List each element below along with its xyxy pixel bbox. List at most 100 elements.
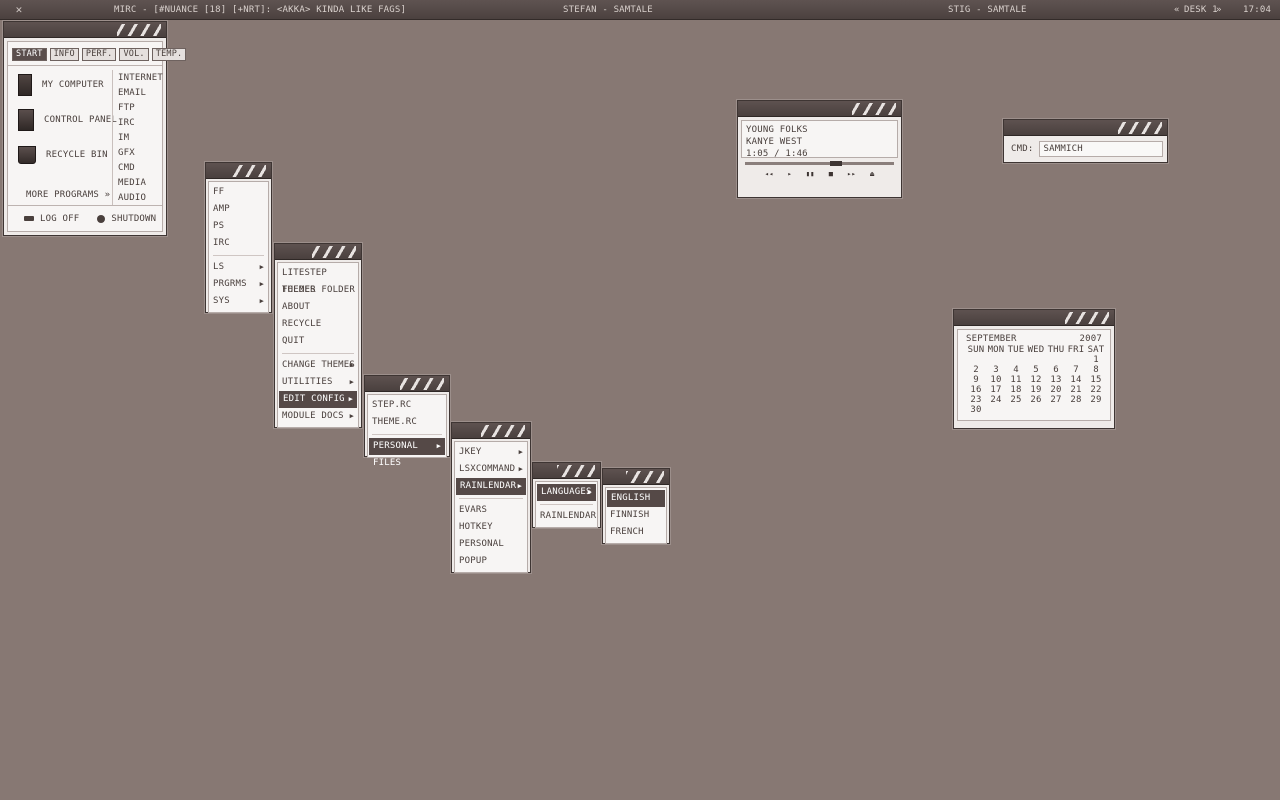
menu-item-themes-folder[interactable]: THEMES FOLDER	[278, 282, 358, 299]
calendar-day[interactable]: 10	[986, 375, 1006, 385]
calendar-day[interactable]: 8	[1086, 365, 1106, 375]
start-menu-titlebar[interactable]	[4, 22, 166, 38]
calendar-day[interactable]: 29	[1086, 395, 1106, 405]
menu-item-french[interactable]: FRENCH	[606, 524, 666, 541]
seek-bar[interactable]	[745, 161, 894, 166]
logoff-button[interactable]: LOG OFF	[24, 214, 79, 224]
pause-icon[interactable]: ▮▮	[806, 170, 815, 178]
net-item-irc[interactable]: IRC	[118, 117, 163, 132]
net-item-im[interactable]: IM	[118, 132, 163, 147]
menu-item-edit-config[interactable]: EDIT CONFIG ▶	[279, 391, 357, 408]
calendar-day[interactable]: 4	[1006, 365, 1026, 375]
calendar-day[interactable]: 12	[1026, 375, 1046, 385]
calendar-day[interactable]: 23	[966, 395, 986, 405]
menu-titlebar[interactable]	[365, 376, 449, 392]
menu-item-step-rc[interactable]: STEP.RC	[368, 397, 446, 414]
calendar-day[interactable]: 13	[1046, 375, 1066, 385]
menu-item-lsxcommand[interactable]: LSXCOMMAND ▶	[455, 461, 527, 478]
menu-item-sys[interactable]: SYS ▶	[209, 293, 268, 310]
calendar-day[interactable]: 30	[966, 405, 986, 415]
menu-item-evars[interactable]: EVARS	[455, 502, 527, 519]
calendar-day[interactable]: 3	[986, 365, 1006, 375]
calendar-day[interactable]: 2	[966, 365, 986, 375]
net-item-email[interactable]: EMAIL	[118, 87, 163, 102]
menu-item-theme-rc[interactable]: THEME.RC	[368, 414, 446, 431]
calendar-day[interactable]: 1	[1086, 355, 1106, 365]
net-item-cmd[interactable]: CMD	[118, 162, 163, 177]
calendar-day[interactable]: 7	[1066, 365, 1086, 375]
eject-icon[interactable]: ⏏	[870, 170, 874, 178]
net-item-media[interactable]: MEDIA	[118, 177, 163, 192]
recycle-bin-item[interactable]: RECYCLE BIN	[18, 146, 108, 164]
previous-icon[interactable]: ◂◂	[765, 170, 774, 178]
cmd-titlebar[interactable]	[1004, 120, 1167, 136]
menu-item-hotkey[interactable]: HOTKEY	[455, 519, 527, 536]
cmd-input[interactable]: SAMMICH	[1039, 141, 1163, 157]
menu-item-quit[interactable]: QUIT	[278, 333, 358, 350]
menu-titlebar[interactable]	[603, 469, 669, 485]
my-computer-item[interactable]: MY COMPUTER	[18, 74, 104, 96]
calendar-day[interactable]: 24	[986, 395, 1006, 405]
calendar-day[interactable]: 6	[1046, 365, 1066, 375]
x-logo-icon[interactable]: ✕	[13, 4, 25, 16]
player-titlebar[interactable]	[738, 101, 901, 117]
calendar-day[interactable]: 19	[1026, 385, 1046, 395]
menu-titlebar[interactable]	[452, 423, 530, 439]
calendar-titlebar[interactable]	[954, 310, 1114, 326]
menu-item-module-docs[interactable]: MODULE DOCS ▶	[278, 408, 358, 425]
menu-item-rainlendar-app[interactable]: RAINLENDAR	[536, 508, 597, 525]
menu-item-english[interactable]: ENGLISH	[607, 490, 665, 507]
calendar-day[interactable]: 9	[966, 375, 986, 385]
menu-item-personal-files[interactable]: PERSONAL FILES ▶	[369, 438, 445, 468]
menu-item-litestep-folder[interactable]: LITESTEP FOLDER	[278, 265, 358, 295]
menu-item-finnish[interactable]: FINNISH	[606, 507, 666, 524]
calendar-day[interactable]: 15	[1086, 375, 1106, 385]
next-icon[interactable]: ▸▸	[847, 170, 856, 178]
seek-handle[interactable]	[829, 161, 842, 166]
calendar-day[interactable]: 5	[1026, 365, 1046, 375]
desk-next-button[interactable]: »	[1216, 5, 1222, 15]
menu-item-about[interactable]: ABOUT	[278, 299, 358, 316]
menu-item-irc[interactable]: IRC	[209, 235, 268, 252]
calendar-day[interactable]: 27	[1046, 395, 1066, 405]
calendar-day[interactable]: 18	[1006, 385, 1026, 395]
menu-item-recycle[interactable]: RECYCLE	[278, 316, 358, 333]
menu-titlebar[interactable]	[206, 163, 271, 179]
calendar-day[interactable]: 26	[1026, 395, 1046, 405]
calendar-day[interactable]: 17	[986, 385, 1006, 395]
menu-item-utilities[interactable]: UTILITIES ▶	[278, 374, 358, 391]
menu-item-change-themes[interactable]: CHANGE THEMES ▶	[278, 357, 358, 374]
tab-temp[interactable]: TEMP.	[151, 48, 187, 61]
calendar-day[interactable]: 14	[1066, 375, 1086, 385]
calendar-day[interactable]: 21	[1066, 385, 1086, 395]
desk-prev-button[interactable]: «	[1174, 5, 1180, 15]
net-item-internet[interactable]: INTERNET	[118, 72, 163, 87]
menu-item-prgrms[interactable]: PRGRMS ▶	[209, 276, 268, 293]
tab-vol[interactable]: VOL.	[119, 48, 149, 61]
menu-item-ff[interactable]: FF	[209, 184, 268, 201]
more-programs-link[interactable]: MORE PROGRAMS »	[26, 190, 110, 200]
task-stig[interactable]: STIG - SAMTALE	[948, 5, 1027, 15]
shutdown-button[interactable]: SHUTDOWN	[97, 214, 156, 224]
menu-item-popup[interactable]: POPUP	[455, 553, 527, 570]
calendar-day[interactable]: 11	[1006, 375, 1026, 385]
tab-start[interactable]: START	[12, 48, 47, 61]
task-stefan[interactable]: STEFAN - SAMTALE	[563, 5, 653, 15]
menu-item-ps[interactable]: PS	[209, 218, 268, 235]
stop-icon[interactable]: ■	[829, 170, 833, 178]
net-item-gfx[interactable]: GFX	[118, 147, 163, 162]
menu-titlebar[interactable]	[533, 463, 600, 479]
menu-titlebar[interactable]	[275, 244, 361, 260]
menu-item-amp[interactable]: AMP	[209, 201, 268, 218]
play-icon[interactable]: ▸	[787, 170, 791, 178]
control-panel-item[interactable]: CONTROL PANEL	[18, 109, 117, 131]
menu-item-languages[interactable]: LANGUAGES ▶	[537, 484, 596, 501]
calendar-day[interactable]: 22	[1086, 385, 1106, 395]
tab-info[interactable]: INFO	[49, 48, 79, 61]
menu-item-jkey[interactable]: JKEY ▶	[455, 444, 527, 461]
net-item-ftp[interactable]: FTP	[118, 102, 163, 117]
calendar-day[interactable]: 16	[966, 385, 986, 395]
tab-perf[interactable]: PERF.	[81, 48, 117, 61]
calendar-day[interactable]: 25	[1006, 395, 1026, 405]
calendar-day[interactable]: 28	[1066, 395, 1086, 405]
